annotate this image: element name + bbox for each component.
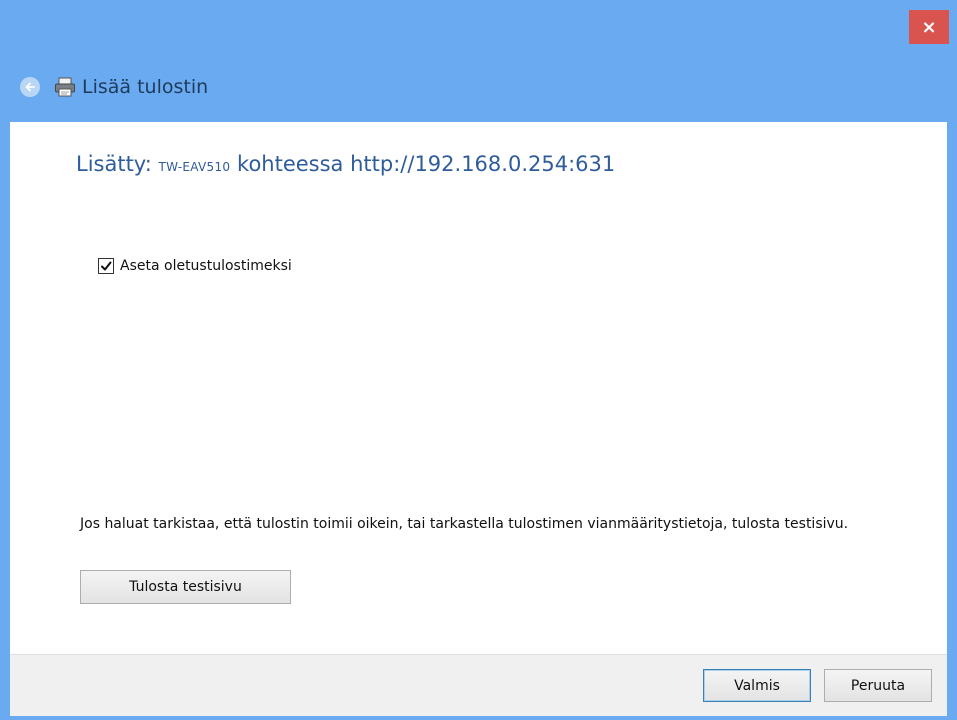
finish-button[interactable]: Valmis [703, 669, 811, 702]
title-bar: × Lisää tulostin [0, 0, 957, 120]
heading-prefix: Lisätty: [76, 152, 159, 176]
back-arrow-icon [25, 82, 35, 92]
window-title: Lisää tulostin [82, 76, 209, 98]
printer-name: TW-EAV510 [158, 160, 231, 174]
print-test-page-button[interactable]: Tulosta testisivu [80, 570, 291, 604]
default-printer-checkbox[interactable] [98, 258, 114, 274]
navigation-row: Lisää tulostin [20, 70, 208, 104]
default-printer-label: Aseta oletustulostimeksi [120, 258, 292, 274]
add-printer-window: × Lisää tulostin Lisätty: TW-EAV510 koht… [0, 0, 957, 720]
printer-added-heading: Lisätty: TW-EAV510 kohteessa http://192.… [76, 152, 615, 176]
test-page-info-text: Jos haluat tarkistaa, että tulostin toim… [80, 516, 849, 532]
window-bottom-border [0, 716, 957, 720]
checkmark-icon [101, 261, 112, 271]
heading-suffix: kohteessa http://192.168.0.254:631 [230, 152, 616, 176]
cancel-button[interactable]: Peruuta [824, 669, 932, 702]
back-button[interactable] [20, 77, 40, 97]
content-panel: Lisätty: TW-EAV510 kohteessa http://192.… [10, 122, 947, 654]
close-button[interactable]: × [909, 10, 949, 44]
default-printer-option[interactable]: Aseta oletustulostimeksi [98, 258, 292, 274]
dialog-footer: Valmis Peruuta [10, 654, 947, 716]
printer-icon [55, 77, 75, 97]
